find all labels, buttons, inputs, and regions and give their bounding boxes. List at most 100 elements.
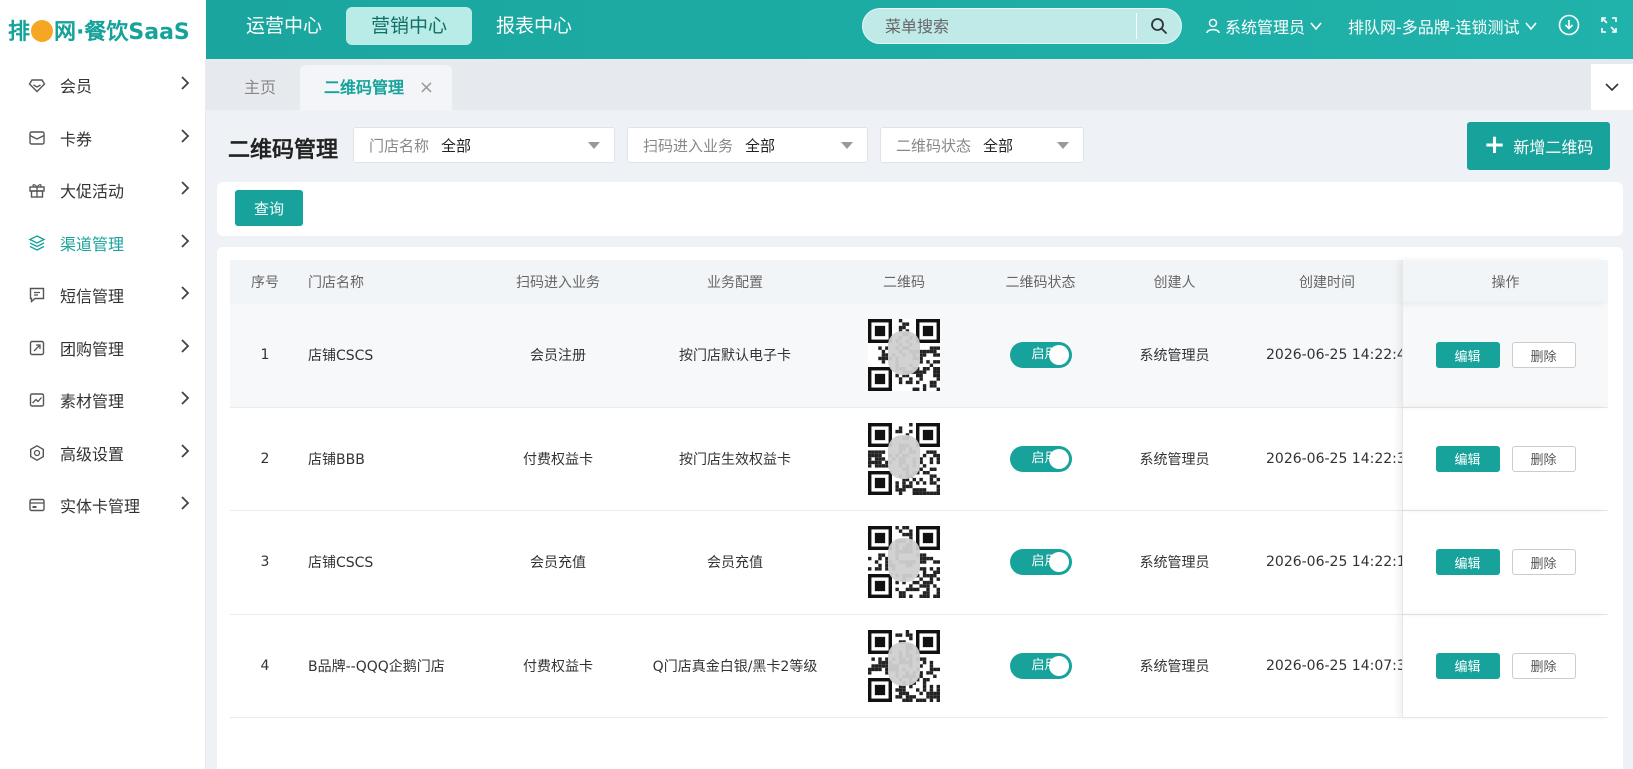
logo[interactable]: 排网·餐饮SaaS [0,0,206,59]
filter-store[interactable]: 门店名称 全部 [353,127,615,163]
status-toggle[interactable]: 启用 [1009,342,1072,369]
chevron-right-icon [179,443,191,463]
tabs-dropdown-button[interactable] [1591,64,1633,110]
qrcode-image[interactable] [868,422,940,495]
topnav-reports[interactable]: 报表中心 [478,7,590,45]
qrcode-image[interactable] [868,319,940,392]
cell-qrcode [824,319,984,392]
delete-button[interactable]: 删除 [1511,445,1576,472]
search-input[interactable] [863,9,1136,43]
add-qrcode-label: 新增二维码 [1513,138,1594,157]
tab-home[interactable]: 主页 [244,65,276,110]
toggle-knob [1048,448,1069,469]
layers-icon [28,234,46,252]
sidebar-item-label: 短信管理 [60,287,125,307]
cell-created-time: 2026-06-25 14:22:19 [1266,554,1402,571]
cell-store: 店铺CSCS [308,555,374,572]
cell-index: 4 [260,657,270,674]
gift-icon [28,181,46,199]
toggle-knob [1048,345,1069,366]
chevron-right-icon [179,338,191,358]
edit-button[interactable]: 编辑 [1435,342,1500,369]
sidebar-item-label: 渠道管理 [60,234,125,254]
edit-button[interactable]: 编辑 [1435,652,1500,679]
fullscreen-icon [1601,17,1617,33]
filter-scan-business[interactable]: 扫码进入业务 全部 [627,127,868,163]
plus-icon: + [1483,130,1506,160]
table-header: 序号 门店名称 扫码进入业务 业务配置 二维码 二维码状态 创建人 创建时间 操… [230,260,1608,304]
page-title: 二维码管理 [228,138,339,163]
cell-business: 付费权益卡 [523,658,593,675]
tab-label: 二维码管理 [324,78,405,97]
toggle-knob [1048,552,1069,573]
column-header: 操作 [1402,260,1608,304]
sidebar-item-label: 会员 [60,77,93,97]
sidebar-item-materials[interactable]: 素材管理 [0,374,205,427]
tab-qrcode-management[interactable]: 二维码管理 × [300,65,452,110]
sidebar-item-coupons[interactable]: 卡券 [0,112,205,165]
settings-icon [28,444,46,462]
sidebar-item-label: 卡券 [60,129,93,149]
cell-status: 启用 [984,549,1097,576]
cell-qrcode [824,526,984,599]
search-icon [1151,18,1167,34]
sidebar-item-advanced-settings[interactable]: 高级设置 [0,427,205,480]
chevron-right-icon [179,495,191,515]
store-switcher[interactable]: 排队网-多品牌-连锁测试 [1348,14,1538,38]
fullscreen-button[interactable] [1600,16,1618,38]
qrcode-mask [888,331,920,376]
menu-search [862,8,1182,44]
sidebar-item-channels[interactable]: 渠道管理 [0,217,205,270]
topnav-marketing[interactable]: 营销中心 [346,7,473,45]
query-button[interactable]: 查询 [235,190,303,226]
top-bar: 排网·餐饮SaaS 运营中心 营销中心 报表中心 系统管理员 排队网-多品牌-连… [0,0,1633,59]
user-menu[interactable]: 系统管理员 [1205,14,1323,38]
status-toggle[interactable]: 启用 [1009,549,1072,576]
column-header: 扫码进入业务 [516,275,600,291]
page-tabs: 主页 二维码管理 × [206,59,1633,110]
store-name: 排队网-多品牌-连锁测试 [1348,18,1520,37]
cell-index: 1 [260,347,270,364]
status-toggle[interactable]: 启用 [1009,652,1072,679]
image-icon [28,391,46,409]
top-nav: 运营中心 营销中心 报表中心 [228,7,596,45]
edit-button[interactable]: 编辑 [1435,445,1500,472]
column-header: 二维码状态 [1005,275,1076,291]
search-button[interactable] [1137,9,1181,43]
cell-status: 启用 [984,342,1097,369]
sidebar-item-member[interactable]: 会员 [0,59,205,112]
download-button[interactable] [1558,14,1580,40]
cell-index: 2 [260,450,270,467]
sidebar-item-label: 素材管理 [60,392,125,412]
qrcode-mask [888,641,920,686]
cell-actions: 编辑 删除 [1402,304,1608,407]
cell-business: 会员注册 [530,348,586,365]
table-panel: 序号 门店名称 扫码进入业务 业务配置 二维码 二维码状态 创建人 创建时间 操… [217,247,1623,769]
caret-down-icon [588,142,600,149]
filter-label: 扫码进入业务 [643,136,734,155]
qrcode-mask [888,434,920,479]
edit-button[interactable]: 编辑 [1435,549,1500,576]
column-header: 创建时间 [1299,275,1355,291]
delete-button[interactable]: 删除 [1511,549,1576,576]
qrcode-image[interactable] [868,526,940,599]
status-toggle[interactable]: 启用 [1009,445,1072,472]
sidebar: 会员 卡券 大促活动 渠道管理 短信管理 团购管理 素材管理 高级设置 实体卡管 [0,59,206,769]
topnav-operations[interactable]: 运营中心 [228,7,340,45]
qrcode-image[interactable] [868,629,940,702]
sidebar-item-promotions[interactable]: 大促活动 [0,164,205,217]
sidebar-item-group-buy[interactable]: 团购管理 [0,322,205,375]
filter-qrcode-status[interactable]: 二维码状态 全部 [880,127,1084,163]
add-qrcode-button[interactable]: + 新增二维码 [1467,122,1610,170]
sidebar-item-physical-cards[interactable]: 实体卡管理 [0,479,205,532]
table-row: 2 店铺BBB 付费权益卡 按门店生效权益卡 启用 系统管理员 2026-06-… [230,407,1608,511]
close-icon[interactable]: × [419,65,434,110]
table-row: 4 B品牌--QQQ企鹅门店 付费权益卡 Q门店真金白银/黑卡2等级 启用 系统… [230,614,1608,718]
cell-creator: 系统管理员 [1139,658,1210,675]
delete-button[interactable]: 删除 [1511,342,1576,369]
caret-down-icon [841,142,853,149]
filter-value: 全部 [441,136,472,155]
delete-button[interactable]: 删除 [1511,652,1576,679]
toggle-knob [1048,655,1069,676]
sidebar-item-sms[interactable]: 短信管理 [0,269,205,322]
